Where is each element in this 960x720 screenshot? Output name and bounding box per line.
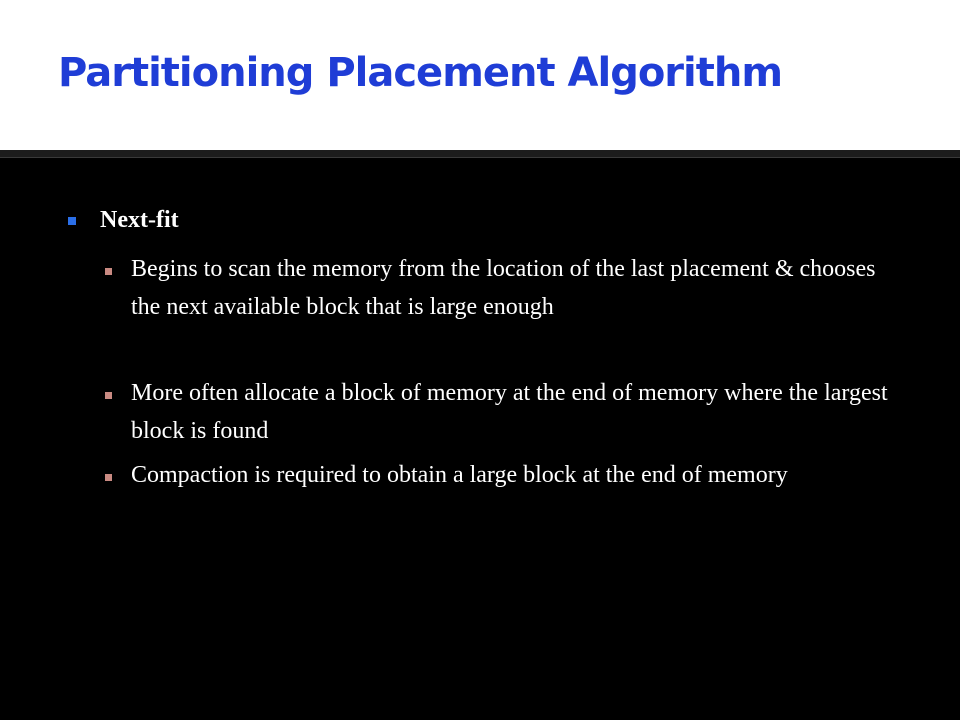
sub-bullet-item: Compaction is required to obtain a large… (105, 462, 905, 494)
square-bullet-icon (68, 217, 76, 225)
square-bullet-icon (105, 474, 112, 481)
sub-bullet-item: Begins to scan the memory from the locat… (105, 256, 905, 326)
bullet-next-fit: Next-fit (68, 206, 179, 234)
square-bullet-icon (105, 268, 112, 275)
sub-bullet-text: Compaction is required to obtain a large… (131, 462, 788, 488)
square-bullet-icon (105, 392, 112, 399)
title-divider (0, 150, 960, 158)
title-band: Partitioning Placement Algorithm (0, 0, 960, 150)
slide: Partitioning Placement Algorithm Next-fi… (0, 0, 960, 720)
bullet-heading: Next-fit (100, 207, 179, 233)
sub-bullet-item: More often allocate a block of memory at… (105, 380, 905, 450)
sub-bullet-text: More often allocate a block of memory at… (131, 380, 888, 444)
slide-title: Partitioning Placement Algorithm (58, 50, 783, 96)
sub-bullet-text: Begins to scan the memory from the locat… (131, 256, 876, 320)
